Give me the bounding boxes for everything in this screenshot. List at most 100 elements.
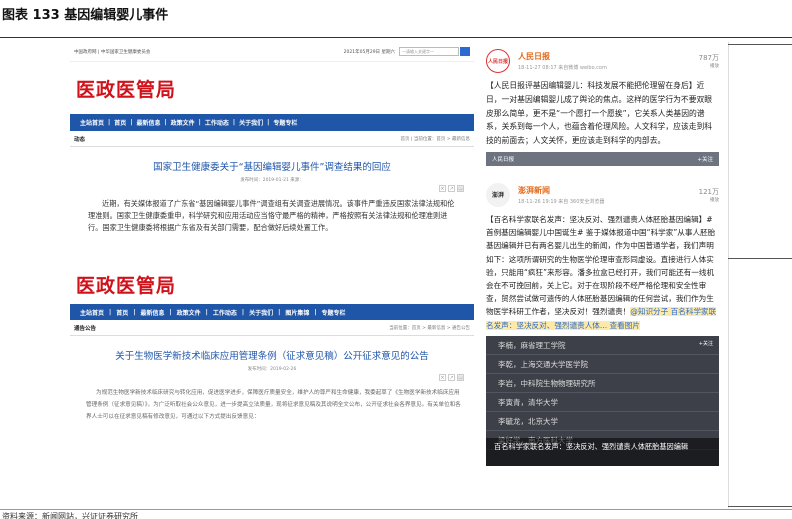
breadcrumb[interactable]: 首页 | 当前位置：首页 > 最新信息: [400, 136, 470, 142]
gov-nav-bar-2: 主站首页 | 首页 | 最新信息 | 政策文件 | 工作动态 | 关于我们 | …: [70, 304, 474, 320]
gov-nav-bar: 主站首页 | 首页 | 最新信息 | 政策文件 | 工作动态 | 关于我们 | …: [70, 114, 474, 131]
divider-tick: [728, 506, 792, 507]
article-body: 近期，有关媒体报道了广东省“基因编辑婴儿事件”调查组有关调查进展情况。该事件严重…: [88, 199, 455, 232]
nav-item[interactable]: 专题专栏: [273, 118, 297, 127]
article-tools: × ↗ ▤: [70, 185, 474, 192]
nav-item[interactable]: 首页: [114, 118, 126, 127]
nav-sep: |: [267, 119, 270, 126]
figure-top-rule: [0, 37, 792, 38]
nav-item[interactable]: 工作动态: [205, 118, 229, 127]
avatar-text: 澎湃: [491, 192, 504, 200]
gov-search-input[interactable]: 一请输入关键字一: [399, 47, 459, 56]
list-item: 李毓龙，北京大学: [486, 412, 719, 431]
article-title[interactable]: 国家卫生健康委关于“基因编辑婴儿事件”调查结果的回应: [70, 159, 474, 173]
list-item: 李乾，上海交通大学医学院: [486, 355, 719, 374]
article-meta: 发布时间：2019-01-21 来源：: [240, 178, 304, 183]
weibo-post-header: 澎湃 澎湃新闻 18-11-26 19:19 来自 360安全浏览器 121万播…: [486, 180, 719, 210]
weibo-play-count: 787万播放: [699, 53, 719, 69]
nav-item[interactable]: 最新信息: [140, 308, 164, 317]
nav-sep: |: [108, 119, 111, 126]
weibo-post-2: 澎湃 澎湃新闻 18-11-26 19:19 来自 360安全浏览器 121万播…: [480, 175, 725, 470]
nav-item[interactable]: 工作动态: [213, 308, 237, 317]
weibo-user-name[interactable]: 澎湃新闻: [518, 185, 699, 196]
weibo-media-strip[interactable]: 人民日报 +关注: [486, 151, 719, 166]
nav-item[interactable]: 首页: [116, 308, 128, 317]
nav-item[interactable]: 主站首页: [80, 118, 104, 127]
nav-sep: |: [109, 308, 112, 316]
nav-sep: |: [133, 308, 136, 316]
section-label: 动态: [74, 136, 86, 143]
play-count-label: 播放: [710, 64, 719, 69]
section-bar-2: 通告公告 当前位置：首页 > 最新信息 > 通告公告: [70, 320, 474, 336]
avatar-text: 人民日报: [487, 58, 508, 65]
nav-sep: |: [198, 119, 201, 126]
follow-button[interactable]: +关注: [697, 155, 713, 163]
weibo-post-header: 人民日报 人民日报 18-11-27 08:17 来自微博 weibo.com …: [486, 46, 719, 76]
nav-sep: |: [205, 308, 208, 316]
breadcrumb[interactable]: 当前位置：首页 > 最新信息 > 通告公告: [389, 325, 470, 331]
nav-item[interactable]: 政策文件: [177, 308, 201, 317]
media-strip-label: 人民日报: [492, 156, 515, 163]
nav-sep: |: [278, 308, 281, 316]
figure-source: 资料来源：新闻网站，兴证证券研究所: [2, 512, 138, 519]
divider-tick: [728, 258, 792, 259]
nav-item[interactable]: 政策文件: [171, 118, 195, 127]
weibo-play-count: 121万 播放: [699, 187, 719, 203]
article-tools-2: × ↗ ▤: [70, 374, 474, 381]
list-item: 李岩，中科院生物物理研究所: [486, 374, 719, 393]
section-bar: 动态 首页 | 当前位置：首页 > 最新信息: [70, 131, 474, 147]
article-meta-2: 发布时间：2019-02-26: [247, 367, 297, 372]
follow-button[interactable]: +关注: [699, 340, 713, 347]
gov-brand-title: 医政医管局: [76, 78, 177, 101]
nav-sep: |: [130, 119, 133, 126]
weibo-text-body: 【百名科学家联名发声：坚决反对、强烈谴责人体胚胎基因编辑】#首例基因编辑婴儿中国…: [486, 214, 716, 317]
close-icon[interactable]: ×: [439, 374, 446, 381]
nav-item[interactable]: 主站首页: [80, 308, 104, 317]
weibo-post-text: 【人民日报评基因编辑婴儿：科技发展不能把伦理留在身后】近日，一对基因编辑婴儿成了…: [486, 81, 713, 146]
section-label: 通告公告: [74, 325, 97, 332]
close-icon[interactable]: ×: [439, 185, 446, 192]
share-icon[interactable]: ↗: [448, 185, 455, 192]
nav-item[interactable]: 关于我们: [249, 308, 273, 317]
article-body-2: 为规范生物医学新技术临床研究与转化应用，促进医学进步，保障医疗质量安全，维护人的…: [86, 390, 461, 420]
nav-sep: |: [169, 308, 172, 316]
divider-tick: [728, 44, 792, 45]
weibo-meta: 澎湃新闻 18-11-26 19:19 来自 360安全浏览器: [518, 185, 699, 205]
gov-topbar-links[interactable]: 中国政府网 | 中华国家卫生健康委员会: [74, 49, 150, 55]
nav-item[interactable]: 图片集锦: [285, 308, 309, 317]
play-count-label: 播放: [710, 197, 719, 203]
nav-item[interactable]: 专题专栏: [322, 308, 346, 317]
nav-sep: |: [164, 119, 167, 126]
figure-bottom-rule: [0, 509, 792, 510]
weibo-user-name[interactable]: 人民日报: [518, 51, 699, 62]
weibo-meta: 人民日报 18-11-27 08:17 来自微博 weibo.com: [518, 51, 699, 71]
panel-divider: [728, 42, 729, 508]
gov-topbar: 中国政府网 | 中华国家卫生健康委员会 2021年05月29日 星期六 一请输入…: [70, 42, 474, 62]
play-count-value: 121万: [698, 187, 719, 196]
print-icon[interactable]: ▤: [457, 185, 464, 192]
nav-item[interactable]: 最新信息: [136, 118, 160, 127]
article-title-2[interactable]: 关于生物医学新技术临床应用管理条例（征求意见稿）公开征求意见的公告: [70, 348, 474, 362]
share-icon[interactable]: ↗: [448, 374, 455, 381]
weibo-time: 18-11-27 08:17 来自微博 weibo.com: [518, 65, 607, 71]
gov-screenshots: 中国政府网 | 中华国家卫生健康委员会 2021年05月29日 星期六 一请输入…: [70, 42, 474, 504]
list-item: 李寅青，清华大学: [486, 393, 719, 412]
print-icon[interactable]: ▤: [457, 374, 464, 381]
weibo-time: 18-11-26 19:19 来自 360安全浏览器: [518, 198, 605, 205]
gov-brand-title-2: 医政医管局: [76, 274, 177, 297]
nav-sep: |: [314, 308, 317, 316]
figure-title: 图表 133 基因编辑婴儿事件: [2, 8, 169, 23]
avatar[interactable]: 人民日报: [486, 49, 510, 73]
weibo-image[interactable]: 李楠，麻省理工学院 李乾，上海交通大学医学院 李岩，中科院生物物理研究所 李寅青…: [486, 335, 719, 466]
image-caption: 百名科学家联名发声：坚决反对、强烈谴责人体胚胎基因编辑: [486, 437, 719, 466]
play-count-value: 787万: [698, 54, 719, 62]
weibo-post-text: 【百名科学家联名发声：坚决反对、强烈谴责人体胚胎基因编辑】#首例基因编辑婴儿中国…: [486, 213, 719, 332]
weibo-post-1: 人民日报 人民日报 18-11-27 08:17 来自微博 weibo.com …: [480, 42, 725, 170]
avatar[interactable]: 澎湃: [486, 182, 510, 207]
weibo-screenshots: 人民日报 人民日报 18-11-27 08:17 来自微博 weibo.com …: [480, 42, 725, 508]
list-item: 李楠，麻省理工学院: [486, 336, 719, 355]
nav-sep: |: [232, 119, 236, 126]
nav-item[interactable]: 关于我们: [239, 118, 263, 127]
search-icon[interactable]: [460, 47, 470, 56]
nav-sep: |: [241, 308, 245, 316]
